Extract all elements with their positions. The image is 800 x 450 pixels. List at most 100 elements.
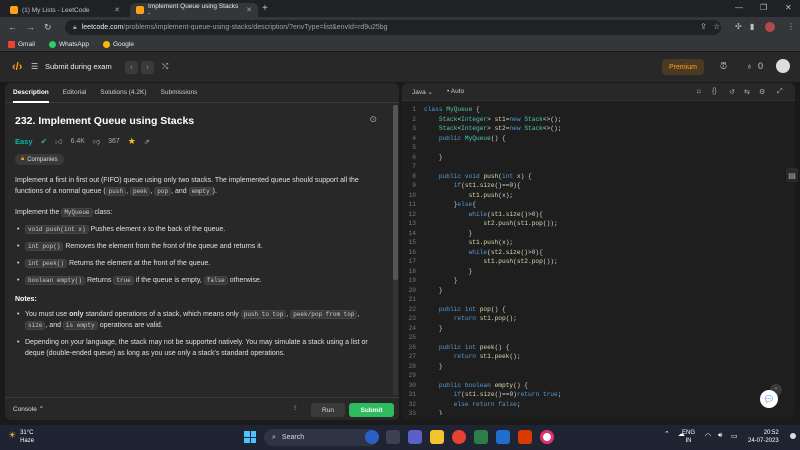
code-line[interactable]: 17 st1.push(st2.pop());	[402, 257, 795, 267]
new-tab-icon[interactable]: +	[262, 3, 268, 14]
code-line[interactable]: 13 st2.push(st1.pop());	[402, 219, 795, 229]
language-select[interactable]: Java ⌄	[412, 88, 433, 96]
run-button[interactable]: Run	[311, 403, 345, 417]
code-line[interactable]: 27 return st1.peek();	[402, 352, 795, 362]
code-line[interactable]: 23 return st1.pop();	[402, 314, 795, 324]
code-line[interactable]: 33 }	[402, 409, 795, 415]
bookmark-gmail[interactable]: Gmail	[8, 40, 35, 48]
file-explorer-icon[interactable]	[430, 430, 444, 444]
code-line[interactable]: 25	[402, 333, 795, 343]
leetcode-logo-icon[interactable]: ‹/›	[12, 61, 22, 73]
settings-icon[interactable]: ⚙	[759, 88, 765, 96]
maximize-icon[interactable]: ❐	[760, 3, 767, 12]
code-line[interactable]: 16 while(st2.size()>0){	[402, 248, 795, 258]
code-area[interactable]: 1 class MyQueue {2 Stack<Integer> st1=new…	[402, 105, 795, 415]
code-line[interactable]: 4 public MyQueue() {	[402, 134, 795, 144]
forward-icon[interactable]: →	[26, 22, 35, 32]
prev-problem-icon[interactable]: ‹	[125, 61, 138, 74]
notification-icon[interactable]	[790, 433, 796, 439]
code-line[interactable]: 20 }	[402, 286, 795, 296]
premium-button[interactable]: Premium	[662, 59, 704, 75]
app-icon[interactable]	[496, 430, 510, 444]
code-line[interactable]: 19 }	[402, 276, 795, 286]
extensions-icon[interactable]: ✣	[735, 22, 742, 31]
taskbar-search[interactable]: ⌕ Search	[264, 429, 378, 446]
code-line[interactable]: 7	[402, 162, 795, 172]
code-line[interactable]: 1 class MyQueue {	[402, 105, 795, 115]
timer-icon[interactable]: ⏰︎	[720, 61, 727, 72]
chevron-up-icon[interactable]: ⌃	[664, 430, 670, 438]
store-icon[interactable]	[474, 430, 488, 444]
weather-widget[interactable]: ☀ 31°C Haze	[8, 430, 34, 445]
next-problem-icon[interactable]: ›	[141, 61, 154, 74]
code-line[interactable]: 32 else return false;	[402, 400, 795, 410]
dislike-icon[interactable]: 👎︎	[93, 137, 100, 146]
code-line[interactable]: 10 st1.push(x);	[402, 191, 795, 201]
code-line[interactable]: 14 }	[402, 229, 795, 239]
close-icon[interactable]: ✕	[114, 6, 120, 14]
browser-tab-my-lists[interactable]: (1) My Lists - LeetCode ✕	[4, 3, 126, 17]
code-line[interactable]: 6 }	[402, 153, 795, 163]
code-line[interactable]: 22 public int pop() {	[402, 305, 795, 315]
scrollbar-thumb[interactable]	[393, 105, 398, 280]
code-line[interactable]: 3 Stack<Integer> st2=new Stack<>();	[402, 124, 795, 134]
task-view-icon[interactable]	[386, 430, 400, 444]
clock[interactable]: 20:52 24-07-2023	[748, 429, 779, 445]
share-icon[interactable]: ⇪	[700, 22, 707, 31]
profile-avatar-icon[interactable]	[765, 22, 775, 32]
user-avatar[interactable]	[776, 59, 790, 73]
chat-icon[interactable]: 💬︎	[760, 390, 778, 408]
browser-tab-implement-queue[interactable]: Implement Queue using Stacks - ✕	[130, 3, 258, 17]
tab-submissions[interactable]: Submissions	[161, 83, 198, 103]
code-line[interactable]: 8 public void push(int x) {	[402, 172, 795, 182]
code-line[interactable]: 18 }	[402, 267, 795, 277]
upload-icon[interactable]: ⇪	[292, 404, 298, 412]
shuffle-icon[interactable]: ⤭	[162, 62, 168, 72]
code-line[interactable]: 5	[402, 143, 795, 153]
companies-tag[interactable]: 🔒︎ Companies	[15, 154, 64, 165]
code-line[interactable]: 11 }else{	[402, 200, 795, 210]
battery-icon[interactable]: ▭	[731, 432, 738, 440]
tab-solutions[interactable]: Solutions (4.2K)	[100, 83, 146, 103]
language-indicator[interactable]: ENG IN	[682, 429, 695, 445]
volume-icon[interactable]: 🔊︎	[718, 432, 722, 440]
bookmark-whatsapp[interactable]: WhatsApp	[48, 40, 89, 48]
menu-dots-icon[interactable]: ⋮	[787, 22, 795, 31]
bookmark-icon[interactable]: ⌑	[697, 88, 701, 96]
mode-select[interactable]: • Auto	[447, 88, 464, 95]
like-icon[interactable]: 👍︎	[55, 137, 62, 146]
bookmark-star-icon[interactable]: ☆	[713, 22, 720, 31]
split-icon[interactable]: ⇆	[744, 88, 750, 96]
tab-description[interactable]: Description	[13, 83, 49, 103]
side-panel-icon[interactable]: ▤	[786, 168, 798, 182]
problem-list-icon[interactable]: ☰	[31, 62, 38, 71]
description-scrollbar[interactable]	[393, 105, 398, 395]
code-line[interactable]: 9 if(st1.size()==0){	[402, 181, 795, 191]
office-icon[interactable]	[518, 430, 532, 444]
bookmark-google[interactable]: Google	[102, 40, 134, 48]
coins-icon[interactable]: ♁	[746, 61, 753, 71]
minimize-icon[interactable]: —	[735, 3, 743, 12]
reset-icon[interactable]: ↺	[729, 88, 735, 96]
code-line[interactable]: 24 }	[402, 324, 795, 334]
format-icon[interactable]: {}	[712, 88, 717, 95]
close-window-icon[interactable]: ✕	[785, 3, 792, 12]
share-icon[interactable]: ⇗	[144, 138, 150, 146]
windows-start-icon[interactable]	[244, 431, 256, 443]
console-toggle[interactable]: Console ⌃	[13, 405, 44, 413]
sidebar-icon[interactable]: ▮	[750, 22, 754, 31]
address-bar[interactable]: 🔒︎ leetcode.com/problems/implement-queue…	[65, 20, 721, 35]
code-line[interactable]: 31 if(st1.size()==0)return true;	[402, 390, 795, 400]
chrome-icon[interactable]	[452, 430, 466, 444]
code-line[interactable]: 28 }	[402, 362, 795, 372]
code-line[interactable]: 2 Stack<Integer> st1=new Stack<>();	[402, 115, 795, 125]
close-icon[interactable]: ✕	[246, 6, 252, 14]
opera-icon[interactable]	[540, 430, 554, 444]
reload-icon[interactable]: ↻	[44, 22, 52, 33]
problem-list-title[interactable]: Submit during exam	[45, 62, 112, 71]
bing-icon[interactable]	[365, 430, 379, 444]
code-line[interactable]: 30 public boolean empty() {	[402, 381, 795, 391]
teams-icon[interactable]	[408, 430, 422, 444]
wifi-icon[interactable]: ◠	[705, 432, 711, 440]
tab-editorial[interactable]: Editorial	[63, 83, 86, 103]
